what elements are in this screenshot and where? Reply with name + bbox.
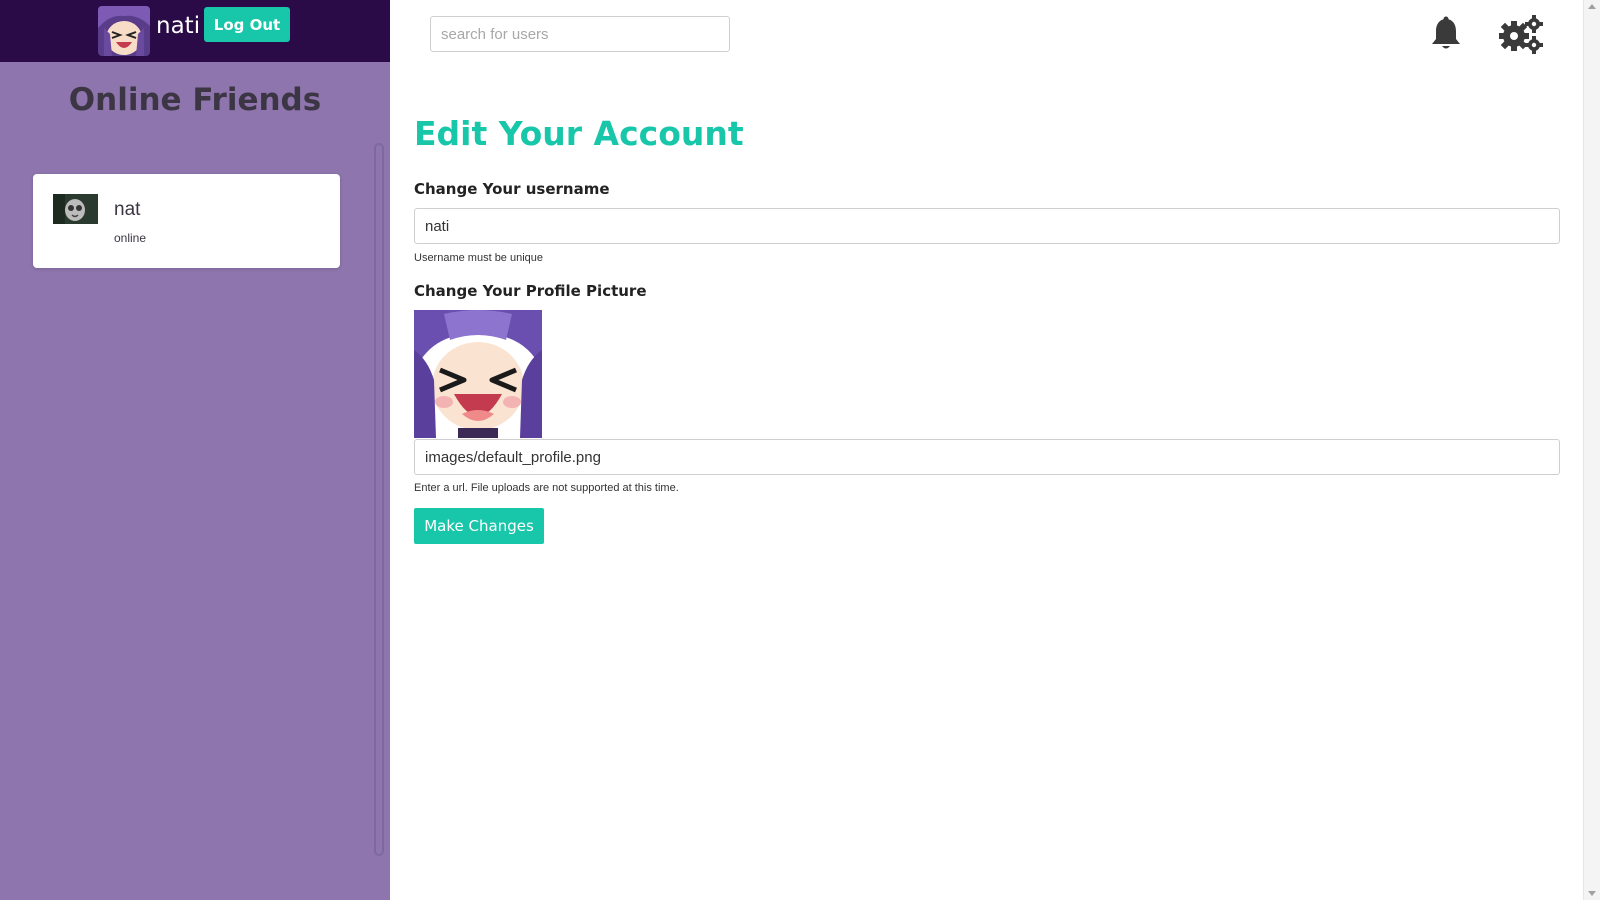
profile-picture-preview [414, 310, 542, 438]
scroll-down-icon[interactable] [1588, 891, 1596, 896]
make-changes-button[interactable]: Make Changes [414, 508, 544, 544]
search-input[interactable] [430, 16, 730, 52]
friend-card[interactable]: nat online [33, 174, 340, 268]
profile-picture-help-text: Enter a url. File uploads are not suppor… [414, 482, 679, 494]
avatar [98, 6, 150, 56]
friend-name: nat [114, 199, 141, 220]
logout-button[interactable]: Log Out [204, 7, 290, 42]
username-help-text: Username must be unique [414, 252, 544, 264]
page-scrollbar[interactable] [1583, 0, 1600, 900]
online-friends-title: Online Friends [68, 82, 322, 118]
friend-avatar [53, 194, 98, 224]
friend-status: online [114, 231, 147, 245]
user-bar: nati Log Out [0, 0, 390, 62]
scroll-up-icon[interactable] [1588, 4, 1596, 9]
sidebar: nati Log Out Online Friends nat online [0, 0, 390, 900]
profile-picture-label: Change Your Profile Picture [414, 282, 647, 300]
profile-picture-url-field[interactable] [414, 439, 1560, 475]
current-username: nati [156, 13, 201, 39]
page-title: Edit Your Account [414, 114, 744, 153]
gear-icon[interactable] [1497, 14, 1543, 54]
friends-scrollbar[interactable] [374, 143, 384, 856]
username-field[interactable] [414, 208, 1560, 244]
bell-icon[interactable] [1429, 16, 1463, 52]
username-label: Change Your username [414, 180, 610, 198]
